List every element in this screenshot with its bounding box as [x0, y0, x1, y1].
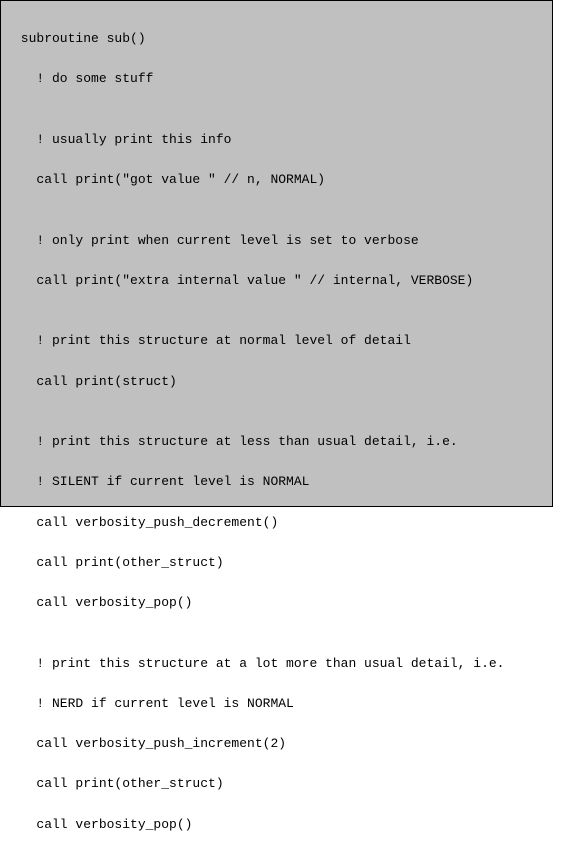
- code-line: ! NERD if current level is NORMAL: [13, 694, 540, 714]
- code-line: subroutine sub(): [13, 29, 540, 49]
- code-line: call print(other_struct): [13, 553, 540, 573]
- code-line: call print(struct): [13, 372, 540, 392]
- code-line: ! print this structure at less than usua…: [13, 432, 540, 452]
- code-line: call verbosity_push_increment(2): [13, 734, 540, 754]
- code-block: subroutine sub() ! do some stuff ! usual…: [0, 0, 553, 507]
- code-line: call print("got value " // n, NORMAL): [13, 170, 540, 190]
- code-line: ! do some stuff: [13, 69, 540, 89]
- code-line: ! only print when current level is set t…: [13, 231, 540, 251]
- code-line: call verbosity_push_decrement(): [13, 513, 540, 533]
- code-line: call print("extra internal value " // in…: [13, 271, 540, 291]
- code-line: call verbosity_pop(): [13, 593, 540, 613]
- code-line: call verbosity_pop(): [13, 815, 540, 835]
- code-line: ! print this structure at normal level o…: [13, 331, 540, 351]
- code-line: call print(other_struct): [13, 774, 540, 794]
- code-line: ! print this structure at a lot more tha…: [13, 654, 540, 674]
- code-line: ! SILENT if current level is NORMAL: [13, 472, 540, 492]
- code-line: ! usually print this info: [13, 130, 540, 150]
